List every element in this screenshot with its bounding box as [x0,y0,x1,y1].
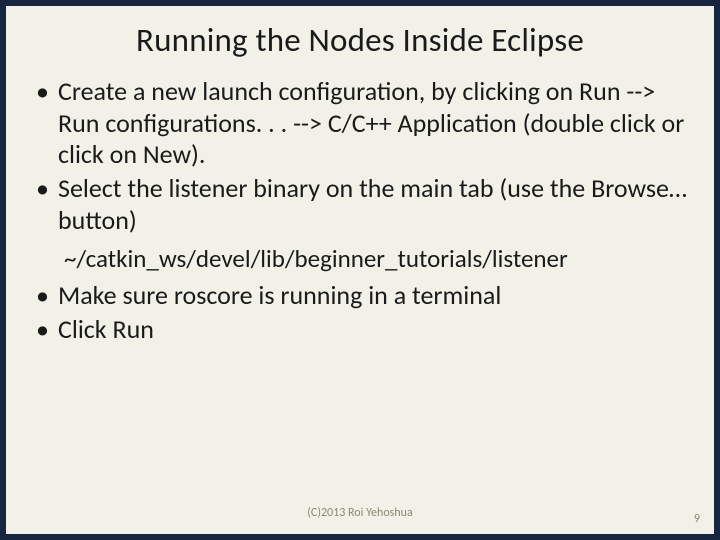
bullet-item: Select the listener binary on the main t… [34,173,696,236]
code-path: ~/catkin_ws/devel/lib/beginner_tutorials… [64,243,696,274]
bullet-item: Click Run [34,314,696,346]
copyright-text: (C)2013 Roi Yehoshua [6,506,714,520]
bullet-item: Make sure roscore is running in a termin… [34,280,696,312]
slide-footer: (C)2013 Roi Yehoshua 9 [6,506,714,526]
page-number: 9 [694,512,700,526]
bullet-list-bottom: Make sure roscore is running in a termin… [34,280,696,345]
bullet-item: Create a new launch configuration, by cl… [34,76,696,171]
slide-content: Create a new launch configuration, by cl… [34,76,696,345]
bullet-list-top: Create a new launch configuration, by cl… [34,76,696,237]
slide-title: Running the Nodes Inside Eclipse [26,20,694,60]
slide-frame: Running the Nodes Inside Eclipse Create … [6,6,714,534]
